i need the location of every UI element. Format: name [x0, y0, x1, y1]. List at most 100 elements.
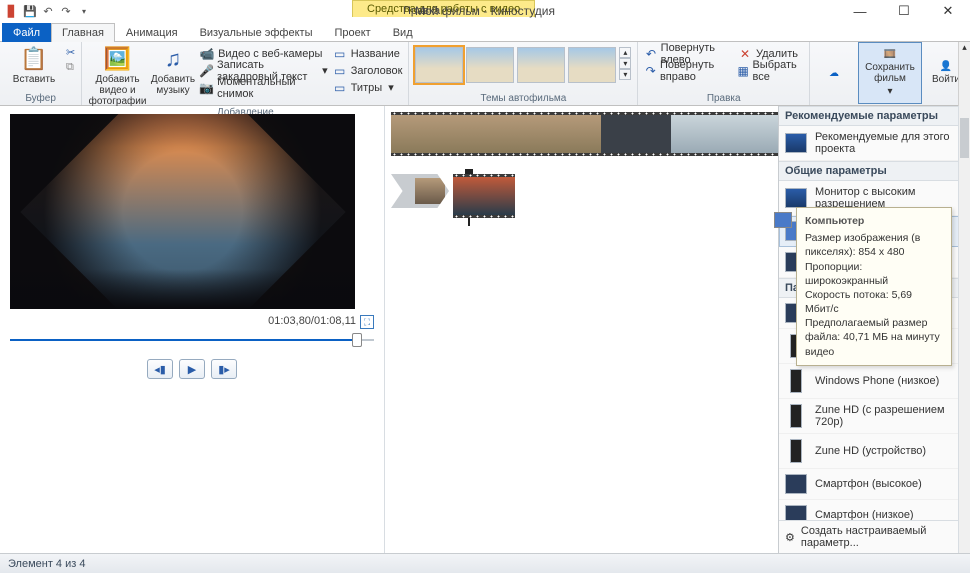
seek-slider[interactable] — [10, 331, 374, 349]
ribbon-group-share: ☁ 🎞️ Сохранить фильм▾ 👤 Войти — [810, 42, 970, 105]
clip-thumb[interactable] — [531, 112, 601, 156]
group-label-buffer: Буфер — [6, 93, 75, 105]
tooltip-line: Предполагаемый размер файла: 40,71 МБ на… — [805, 316, 943, 359]
phone-icon — [790, 439, 802, 463]
add-music-button[interactable]: ♫ Добавить музыку — [151, 44, 195, 96]
tab-view[interactable]: Вид — [382, 23, 424, 42]
add-music-label: Добавить музыку — [151, 74, 195, 96]
prev-frame-button[interactable]: ◂▮ — [147, 359, 173, 379]
rotate-left-icon: ↶ — [644, 46, 657, 62]
close-button[interactable]: ✕ — [926, 0, 970, 22]
theme-thumb[interactable] — [415, 47, 463, 83]
theme-scroll-down-icon[interactable]: ▾ — [619, 58, 631, 69]
clip-thumb[interactable] — [461, 112, 531, 156]
dropdown-scrollbar[interactable] — [958, 106, 970, 553]
ribbon: 📋 Вставить ✂ ⧉ Буфер 🖼️ Добавить видео и… — [0, 42, 970, 106]
next-frame-button[interactable]: ▮▸ — [211, 359, 237, 379]
photo-icon: 🖼️ — [104, 46, 132, 72]
save-icon[interactable]: 💾 — [22, 3, 38, 19]
camera-icon: 📷 — [199, 80, 214, 96]
mic-icon: 🎤 — [199, 63, 214, 79]
theme-thumb[interactable] — [466, 47, 514, 83]
music-icon: ♫ — [159, 46, 187, 72]
title-bar: ▊ 💾 ↶ ↷ ▾ Средства для работы с видео Мо… — [0, 0, 970, 22]
gear-icon: ⚙ — [785, 531, 795, 544]
play-button[interactable]: ▶ — [179, 359, 205, 379]
header-icon: ▭ — [332, 63, 348, 79]
theme-thumb[interactable] — [517, 47, 565, 83]
custom-preset-button[interactable]: ⚙Создать настраиваемый параметр... — [779, 520, 970, 553]
clip-thumb[interactable] — [391, 112, 461, 156]
titles-button[interactable]: ▭Титры ▾ — [332, 79, 403, 96]
rotate-right-icon: ↷ — [644, 63, 657, 79]
ribbon-tabs: Файл Главная Анимация Визуальные эффекты… — [0, 22, 970, 42]
select-all-icon: ▦ — [737, 63, 750, 79]
minimize-button[interactable]: — — [838, 0, 882, 22]
tooltip: Компьютер Размер изображения (в пикселях… — [796, 207, 952, 366]
onedrive-button[interactable]: ☁ — [810, 42, 858, 104]
preset-zune-720[interactable]: Zune HD (с разрешением 720p) — [779, 399, 970, 434]
tooltip-line: Скорость потока: 5,69 Мбит/с — [805, 288, 943, 316]
user-icon: 👤 — [940, 61, 952, 72]
title-icon: ▭ — [332, 46, 348, 62]
preset-wp-low[interactable]: Windows Phone (низкое) — [779, 364, 970, 399]
device-icon — [785, 474, 807, 494]
preset-zune-dev[interactable]: Zune HD (устройство) — [779, 434, 970, 469]
theme-gallery-icon[interactable]: ▾ — [619, 69, 631, 80]
clip-thumb[interactable] — [671, 112, 741, 156]
save-movie-button[interactable]: 🎞️ Сохранить фильм▾ — [858, 42, 922, 104]
status-text: Элемент 4 из 4 — [8, 558, 85, 570]
preview-timecode: 01:03,80/01:08,11 ⛶ — [10, 315, 374, 327]
monitor-icon — [785, 188, 807, 208]
fullscreen-icon[interactable]: ⛶ — [360, 315, 374, 329]
ribbon-group-add: 🖼️ Добавить видео и фотографии ♫ Добавит… — [82, 42, 409, 105]
snapshot-button[interactable]: 📷Моментальный снимок — [199, 79, 328, 96]
film-icon: 🎞️ — [884, 49, 896, 60]
preview-video[interactable] — [10, 114, 355, 309]
redo-icon[interactable]: ↷ — [58, 3, 74, 19]
quick-access-toolbar: ▊ 💾 ↶ ↷ ▾ — [0, 3, 92, 19]
tab-edit[interactable]: Правка — [392, 1, 451, 20]
tab-file[interactable]: Файл — [2, 23, 51, 42]
transition-thumb[interactable] — [391, 174, 449, 208]
ribbon-group-themes: ▴ ▾ ▾ Темы автофильма — [409, 42, 638, 105]
phone-icon — [790, 404, 802, 428]
ribbon-collapse-icon[interactable]: ▴ — [958, 42, 970, 106]
copy-icon[interactable]: ⧉ — [66, 61, 75, 74]
status-bar: Элемент 4 из 4 — [0, 553, 970, 573]
clip-thumb[interactable] — [601, 112, 671, 156]
playback-controls: ◂▮ ▶ ▮▸ — [10, 359, 374, 379]
tab-home[interactable]: Главная — [51, 23, 115, 42]
maximize-button[interactable]: ☐ — [882, 0, 926, 22]
save-movie-label: Сохранить фильм — [859, 62, 921, 84]
preset-smart-high[interactable]: Смартфон (высокое) — [779, 469, 970, 500]
theme-thumb[interactable] — [568, 47, 616, 83]
tab-effects[interactable]: Визуальные эффекты — [189, 23, 324, 42]
theme-scroll-up-icon[interactable]: ▴ — [619, 47, 631, 58]
phone-icon — [790, 369, 802, 393]
tab-animation[interactable]: Анимация — [115, 23, 189, 42]
dropdown-section-header: Рекомендуемые параметры — [779, 106, 970, 126]
delete-icon: ✕ — [737, 46, 753, 62]
signin-label: Войти — [932, 74, 960, 85]
preset-recommended[interactable]: Рекомендуемые для этого проекта — [779, 126, 970, 161]
clipboard-icon: 📋 — [20, 46, 48, 72]
select-all-button[interactable]: ▦Выбрать все — [737, 62, 803, 79]
paste-button[interactable]: 📋 Вставить — [6, 44, 62, 85]
ribbon-group-edit: ↶Повернуть влево ↷Повернуть вправо ✕Удал… — [638, 42, 810, 105]
cut-icon[interactable]: ✂ — [66, 46, 75, 59]
name-button[interactable]: ▭Название — [332, 45, 403, 62]
rotate-right-button[interactable]: ↷Повернуть вправо — [644, 62, 733, 79]
qat-dropdown-icon[interactable]: ▾ — [76, 3, 92, 19]
tooltip-line: Пропорции: широкоэкранный — [805, 260, 943, 288]
group-label-edit: Правка — [644, 93, 803, 105]
clip-thumb[interactable] — [453, 174, 515, 218]
paste-label: Вставить — [13, 74, 55, 85]
credits-icon: ▭ — [332, 80, 348, 96]
app-icon: ▊ — [4, 3, 20, 19]
undo-icon[interactable]: ↶ — [40, 3, 56, 19]
add-video-button[interactable]: 🖼️ Добавить видео и фотографии — [88, 44, 147, 107]
tab-project[interactable]: Проект — [323, 23, 381, 42]
preview-pane: 01:03,80/01:08,11 ⛶ ◂▮ ▶ ▮▸ — [0, 106, 385, 553]
header-button[interactable]: ▭Заголовок — [332, 62, 403, 79]
